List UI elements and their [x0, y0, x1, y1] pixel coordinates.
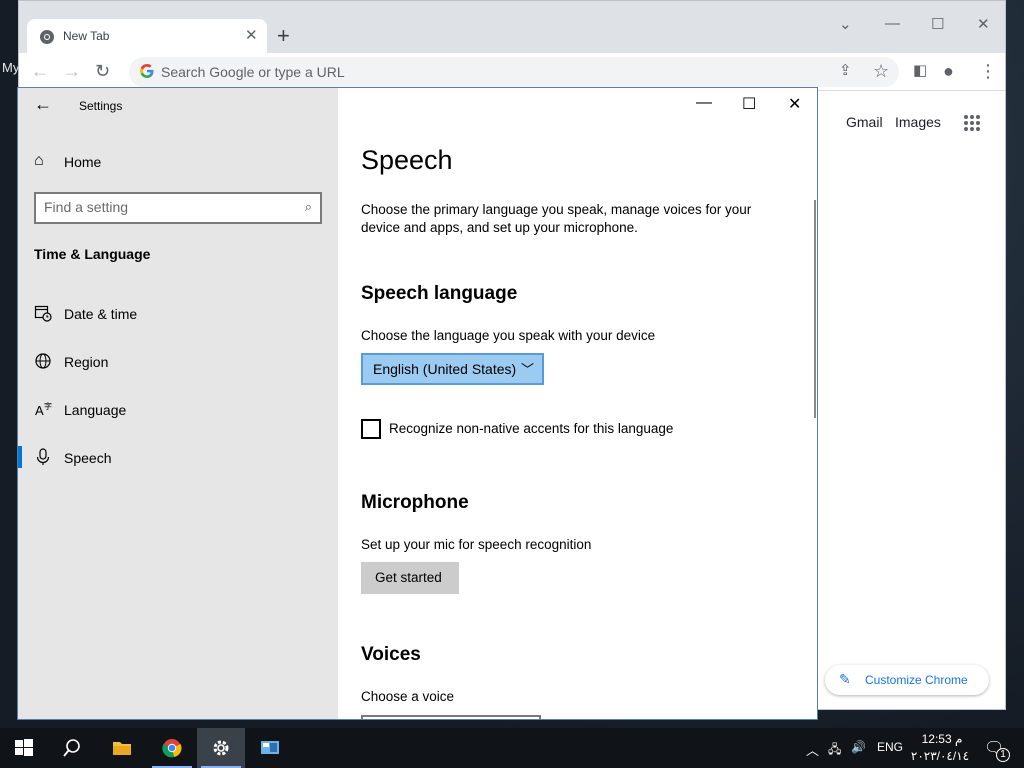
speech-language-dropdown[interactable]: English (United States) ﹀ [361, 353, 544, 385]
file-explorer-taskbar[interactable] [98, 728, 146, 768]
sidebar-item-region[interactable]: Region [18, 342, 338, 382]
gear-icon [213, 740, 229, 756]
sidebar-item-label: Date & time [64, 306, 138, 322]
control-panel-taskbar[interactable] [246, 728, 294, 768]
svg-text:A: A [35, 403, 44, 418]
images-link[interactable]: Images [895, 114, 941, 130]
chrome-close-button[interactable]: ✕ [977, 15, 990, 33]
start-button[interactable] [0, 728, 48, 768]
non-native-accents-label[interactable]: Recognize non-native accents for this la… [389, 421, 673, 436]
bookmark-star-icon[interactable]: ☆ [873, 61, 889, 82]
clock-time[interactable]: 12:53 م [912, 732, 972, 746]
search-icon [63, 739, 80, 757]
search-button[interactable] [48, 728, 96, 768]
new-tab-button[interactable]: + [277, 23, 290, 49]
section-title: Time & Language [34, 246, 151, 262]
tab-close-icon[interactable]: ✕ [245, 26, 258, 44]
microphone-heading: Microphone [361, 492, 469, 513]
get-started-label: Get started [375, 570, 442, 585]
selection-indicator [18, 446, 22, 468]
customize-chrome-button[interactable]: ✎ Customize Chrome [825, 665, 989, 695]
google-g-icon [140, 64, 154, 78]
home-label: Home [64, 154, 102, 170]
folder-icon [113, 742, 131, 755]
page-description: Choose the primary language you speak, m… [361, 202, 752, 235]
sidebar-item-home[interactable]: ⌂ Home [34, 152, 314, 174]
find-setting-search[interactable]: ⌕ [34, 192, 322, 224]
microphone-icon [36, 448, 50, 465]
sidebar-item-label: Region [64, 354, 109, 370]
gmail-link[interactable]: Gmail [846, 114, 883, 130]
non-native-accents-checkbox[interactable] [361, 419, 381, 439]
chrome-minimize-button[interactable]: — [885, 15, 900, 32]
find-setting-input[interactable] [44, 199, 294, 215]
forward-arrow-icon[interactable]: → [63, 61, 81, 82]
google-apps-icon[interactable] [963, 114, 981, 132]
chrome-menu-icon[interactable]: ⋮ [979, 61, 997, 82]
chevron-down-icon: ﹀ [520, 362, 534, 377]
language-icon: A 字 [35, 401, 52, 418]
settings-taskbar[interactable] [197, 728, 245, 768]
sidebar-item-language[interactable]: A 字 Language [18, 390, 338, 430]
settings-sidebar: ← Settings ⌂ Home ⌕ Time & Language Date… [18, 88, 338, 719]
voice-dropdown[interactable] [361, 715, 541, 719]
close-icon[interactable]: ✕ [788, 94, 801, 114]
tab-new-tab[interactable]: New Tab ✕ [27, 19, 267, 53]
share-icon[interactable]: ⇪ [839, 61, 852, 79]
show-hidden-icons[interactable]: ︿ [806, 740, 819, 759]
scrollbar[interactable] [814, 200, 816, 418]
back-arrow-icon[interactable]: ← [31, 61, 49, 82]
settings-title: Settings [79, 99, 123, 113]
clock-date[interactable]: ٢٠٢٣/٠٤/١٤ [908, 749, 972, 763]
sidebar-item-date-time[interactable]: Date & time [18, 294, 338, 334]
chrome-favicon-icon [40, 30, 54, 44]
notification-count: 1 [996, 748, 1010, 762]
calendar-clock-icon [34, 305, 52, 322]
home-icon: ⌂ [34, 152, 44, 169]
speech-language-value: English (United States) [373, 361, 517, 377]
chrome-icon [162, 739, 182, 758]
minimize-icon[interactable]: — [696, 94, 712, 112]
chrome-taskbar[interactable] [148, 728, 196, 768]
taskbar: ︿ 🖧 🔊 ENG 12:53 م ٢٠٢٣/٠٤/١٤ 🗨 1 [0, 728, 1024, 768]
settings-content: — ☐ ✕ Speech Choose the primary language… [338, 88, 817, 719]
customize-chrome-label: Customize Chrome [865, 673, 968, 687]
omnibox[interactable]: Search Google or type a URL [129, 57, 899, 87]
tab-search-icon[interactable]: ⌄ [839, 15, 852, 33]
back-arrow-icon[interactable]: ← [34, 94, 52, 115]
speech-language-label: Choose the language you speak with your … [361, 328, 656, 343]
voices-label: Choose a voice [361, 689, 455, 704]
desktop-icon-label: My [2, 60, 20, 75]
sidebar-item-label: Language [64, 402, 127, 418]
tab-title: New Tab [63, 29, 110, 43]
settings-window: ← Settings ⌂ Home ⌕ Time & Language Date… [17, 87, 818, 720]
reload-icon[interactable]: ↻ [95, 61, 110, 82]
chrome-tabstrip: New Tab ✕ + ⌄ — ☐ ✕ [19, 1, 1005, 53]
windows-logo-icon [15, 739, 33, 756]
svg-text:字: 字 [44, 401, 52, 411]
sidebar-item-label: Speech [64, 450, 112, 466]
pencil-icon: ✎ [839, 671, 851, 687]
sidebar-item-speech[interactable]: Speech [18, 438, 338, 478]
voices-heading: Voices [361, 644, 421, 665]
chrome-maximize-button[interactable]: ☐ [931, 15, 944, 33]
input-language[interactable]: ENG [877, 740, 903, 754]
search-icon: ⌕ [304, 199, 312, 214]
maximize-icon[interactable]: ☐ [742, 94, 756, 114]
page-title: Speech [361, 145, 453, 175]
profile-avatar-icon[interactable]: ● [943, 61, 954, 82]
speech-language-heading: Speech language [361, 283, 518, 304]
globe-icon [35, 353, 51, 369]
side-panel-icon[interactable]: ◧ [913, 61, 927, 79]
omnibox-placeholder: Search Google or type a URL [161, 64, 345, 80]
chrome-toolbar: ← → ↻ Search Google or type a URL ⇪ ☆ ◧ … [19, 53, 1005, 91]
microphone-label: Set up your mic for speech recognition [361, 537, 592, 552]
get-started-button[interactable]: Get started [361, 562, 459, 594]
volume-icon[interactable]: 🔊 [851, 740, 866, 754]
control-panel-icon [261, 741, 279, 754]
network-icon[interactable]: 🖧 [828, 740, 841, 761]
